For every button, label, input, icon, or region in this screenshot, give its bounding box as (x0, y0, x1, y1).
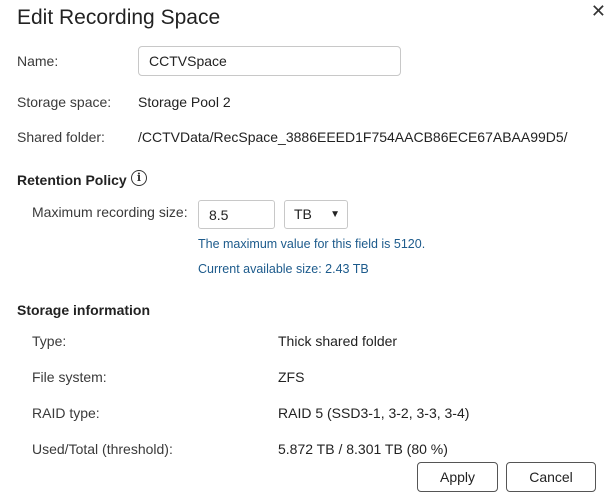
name-input[interactable] (138, 46, 401, 76)
edit-recording-space-dialog: Edit Recording Space ✕ Name: Storage spa… (0, 0, 604, 499)
file-system-label: File system: (32, 369, 107, 385)
type-label: Type: (32, 333, 67, 349)
raid-type-value: RAID 5 (SSD3-1, 3-2, 3-3, 3-4) (278, 405, 470, 421)
used-total-value: 5.872 TB / 8.301 TB (80 %) (278, 441, 448, 457)
used-total-label: Used/Total (threshold): (32, 441, 173, 457)
apply-button[interactable]: Apply (417, 462, 498, 492)
info-icon[interactable]: i (131, 170, 147, 186)
unit-select[interactable]: TB ▼ (284, 200, 348, 229)
max-recording-size-label: Maximum recording size: (32, 204, 188, 220)
storage-information-title: Storage information (17, 302, 151, 318)
close-icon[interactable]: ✕ (591, 2, 604, 20)
storage-space-value: Storage Pool 2 (138, 94, 231, 110)
caret-down-icon: ▼ (330, 209, 340, 220)
dialog-title: Edit Recording Space (17, 6, 221, 29)
storage-space-label: Storage space: (17, 94, 112, 110)
max-recording-size-input[interactable] (198, 200, 275, 229)
shared-folder-label: Shared folder: (17, 129, 105, 145)
name-label: Name: (17, 53, 59, 69)
type-value: Thick shared folder (278, 333, 398, 349)
unit-select-value: TB (294, 206, 312, 222)
cancel-button[interactable]: Cancel (506, 462, 596, 492)
raid-type-label: RAID type: (32, 405, 100, 421)
retention-policy-title: Retention Policy (17, 172, 127, 188)
shared-folder-value: /CCTVData/RecSpace_3886EEED1F754AACB86EC… (138, 129, 568, 145)
max-value-hint: The maximum value for this field is 5120… (198, 237, 426, 251)
file-system-value: ZFS (278, 369, 305, 385)
available-size-hint: Current available size: 2.43 TB (198, 262, 369, 276)
